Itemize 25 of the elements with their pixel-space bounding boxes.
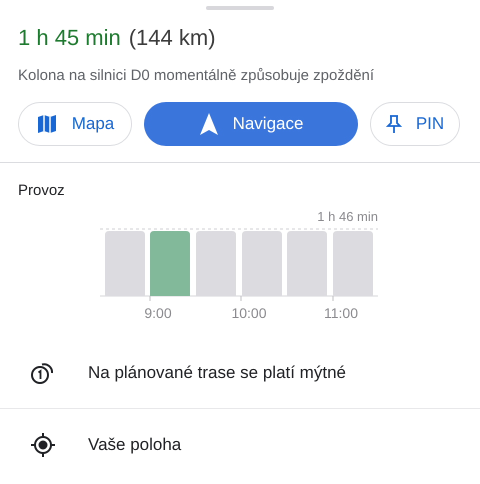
travel-distance: (144 km) — [128, 24, 216, 52]
section-title: Provoz — [18, 181, 66, 201]
drag-handle[interactable] — [206, 6, 274, 10]
toll-coin-icon — [30, 360, 56, 384]
max-duration-label: 1 h 46 min — [317, 209, 378, 225]
time-label: 9:00 — [143, 304, 173, 322]
traffic-bar[interactable] — [333, 231, 373, 296]
traffic-bar[interactable] — [287, 231, 327, 296]
traffic-bar[interactable] — [242, 231, 282, 296]
traffic-bar[interactable] — [150, 231, 190, 296]
time-label: 11:00 — [323, 304, 359, 322]
traffic-bar[interactable] — [196, 231, 236, 296]
map-icon — [36, 113, 58, 135]
pushpin-icon — [386, 114, 402, 134]
travel-duration: 1 h 45 min — [18, 24, 121, 52]
arrow-icon — [198, 112, 219, 136]
pin-button[interactable]: PIN — [370, 102, 460, 146]
traffic-bar[interactable] — [105, 231, 145, 296]
my-location-icon — [30, 432, 56, 458]
row-label[interactable]: Na plánované trase se platí mýtné — [88, 360, 346, 386]
navigation-button[interactable]: Navigace — [144, 102, 358, 146]
delay-notice: Kolona na silnici D0 momentálně způsobuje zpoždění — [18, 66, 376, 86]
time-label: 10:00 — [230, 304, 268, 322]
row-label[interactable]: Vaše poloha — [88, 432, 182, 458]
map-button[interactable]: Mapa — [18, 102, 132, 146]
